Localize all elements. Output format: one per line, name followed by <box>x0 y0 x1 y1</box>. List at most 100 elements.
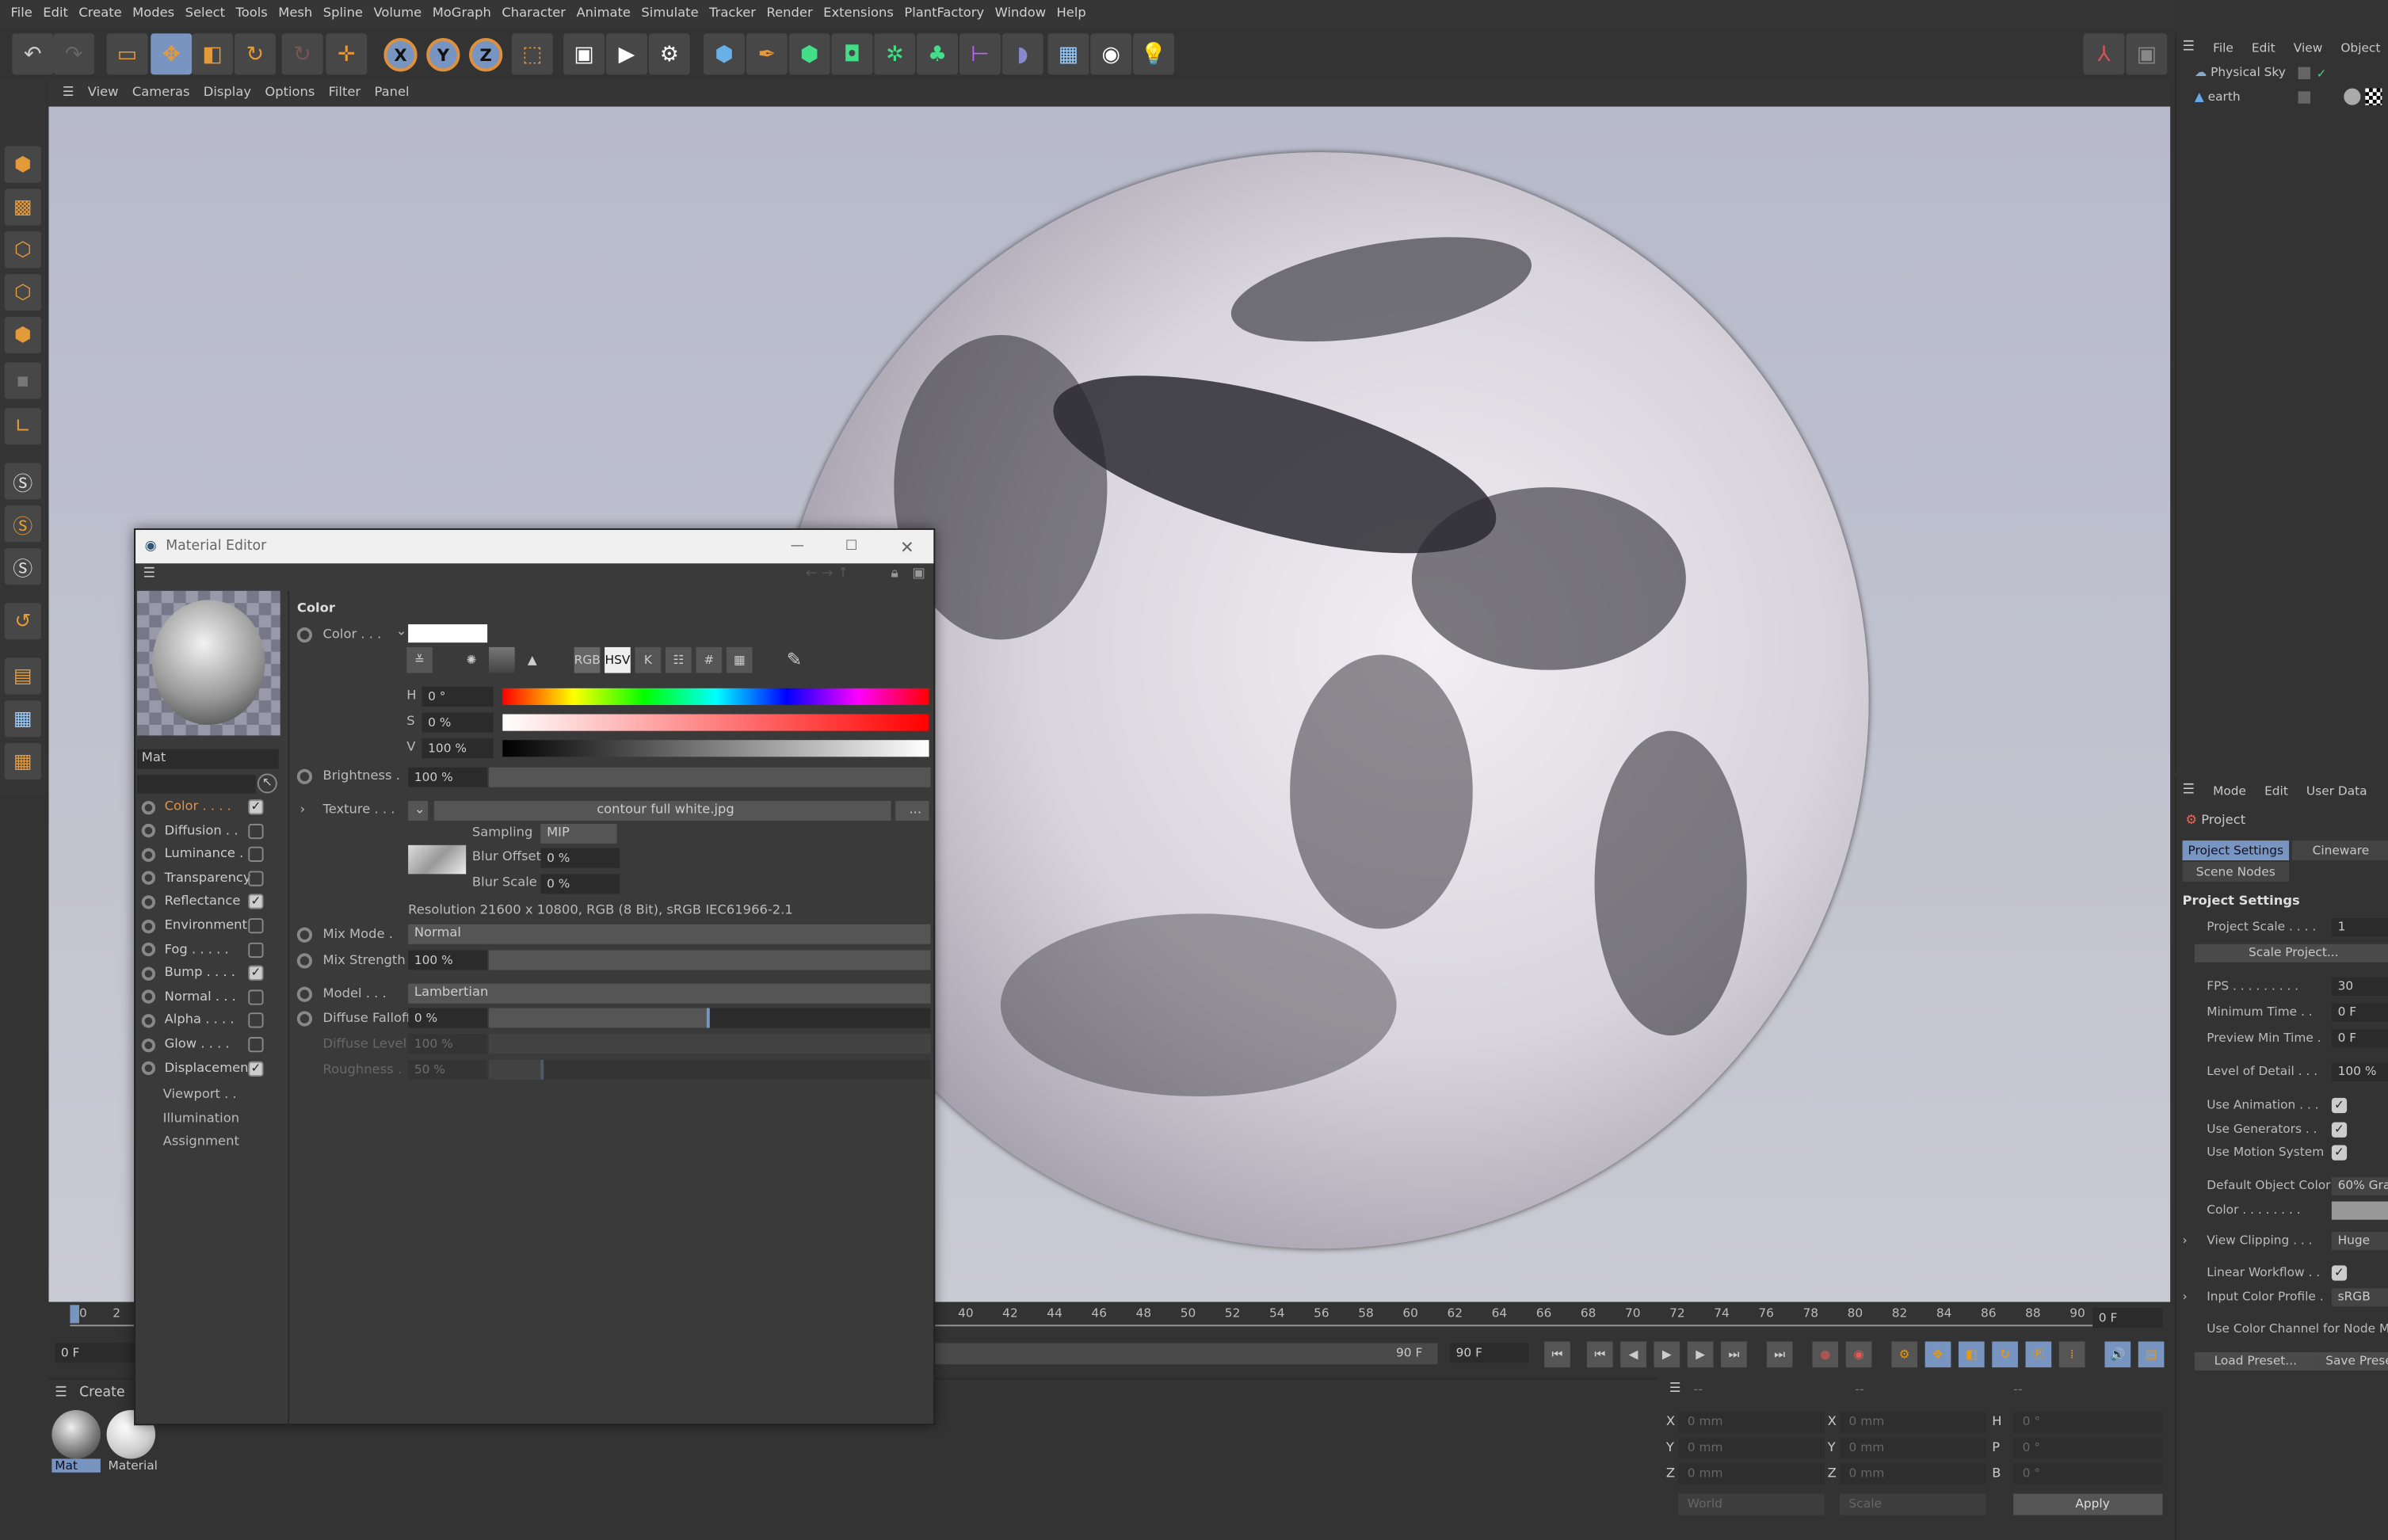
menu-help[interactable]: Help <box>1057 6 1086 21</box>
minimize-button[interactable]: — <box>791 539 804 554</box>
render-view-icon[interactable]: ▣ <box>563 33 605 75</box>
rotate-tool-button[interactable]: ↻ <box>235 33 276 75</box>
grid-icon[interactable]: ▦ <box>4 700 41 738</box>
menu-select[interactable]: Select <box>185 6 225 21</box>
menu-edit[interactable]: Edit <box>43 6 68 21</box>
texture-browse-button[interactable]: ... <box>895 801 929 821</box>
channel-normal[interactable]: Normal . . . <box>141 989 264 1005</box>
previous-key-icon[interactable]: ⏮ <box>1586 1341 1613 1368</box>
mix-strength-field[interactable]: 100 % <box>408 950 488 970</box>
expand-chevron-icon[interactable]: › <box>300 802 306 818</box>
pos-value-field[interactable]: 0 mm <box>1678 1411 1825 1433</box>
menu-extensions[interactable]: Extensions <box>823 6 894 21</box>
rot-value-field[interactable]: 0 ° <box>2013 1463 2163 1485</box>
keyframe-selection-icon[interactable]: ⚙ <box>1891 1341 1918 1368</box>
brightness-field[interactable]: 100 % <box>408 767 488 787</box>
hamburger-icon[interactable]: ☰ <box>2183 40 2195 55</box>
color-picker-collapse-icon[interactable]: ≚ <box>406 646 433 673</box>
cube-icon[interactable]: ⬢ <box>704 33 745 75</box>
lock-workplane-icon[interactable]: ▦ <box>4 743 41 780</box>
material-preview[interactable] <box>136 590 280 736</box>
diffuse-falloff-field[interactable]: 0 % <box>408 1008 488 1028</box>
viewport-menu-cameras[interactable]: Cameras <box>132 86 190 101</box>
load-preset-button[interactable]: Load Preset... <box>2194 1351 2317 1370</box>
channel-checkbox[interactable] <box>248 847 264 863</box>
key-pla-icon[interactable]: ⁞ <box>2058 1341 2085 1368</box>
subdivision-icon[interactable]: ◘ <box>831 33 873 75</box>
color-swatch[interactable] <box>408 624 488 643</box>
uvw-tag-icon[interactable] <box>2365 88 2382 105</box>
channel-displacement[interactable]: Displacement ✓ <box>141 1060 264 1077</box>
camera-icon[interactable]: ◉ <box>1090 33 1132 75</box>
channel-checkbox[interactable]: ✓ <box>248 799 264 815</box>
psr-button[interactable]: ↻ <box>281 33 323 75</box>
pos-value-field[interactable]: 0 mm <box>1678 1437 1825 1459</box>
light-icon[interactable]: 💡 <box>1133 33 1175 75</box>
animate-radio[interactable] <box>296 627 313 643</box>
channel-glow[interactable]: Glow . . . . <box>141 1037 264 1053</box>
field-icon[interactable]: ◗ <box>1001 33 1043 75</box>
object-row-earth[interactable]: ▲ earth <box>2195 90 2241 103</box>
select-tool-button[interactable]: ▭ <box>106 33 148 75</box>
expand-chevron-icon[interactable]: › <box>2183 1233 2188 1247</box>
roughness-slider[interactable] <box>489 1059 931 1080</box>
channel-checkbox[interactable] <box>248 871 264 886</box>
use-motion-checkbox[interactable]: ✓ <box>2331 1145 2348 1161</box>
min-time-field[interactable]: 0 F <box>2331 1003 2388 1022</box>
z-axis-lock[interactable]: Z <box>469 38 503 72</box>
save-preset-button[interactable]: Save Preset... <box>2316 1351 2388 1370</box>
viewport-menu-options[interactable]: Options <box>265 86 315 101</box>
channel-viewport[interactable]: Viewport . . <box>163 1087 237 1102</box>
object-menu-edit[interactable]: Edit <box>2252 40 2275 54</box>
material-name-field[interactable]: Mat <box>136 749 279 769</box>
lock-icon[interactable]: 🔒︎ <box>891 566 898 581</box>
object-menu-file[interactable]: File <box>2213 40 2234 54</box>
floor-icon[interactable]: ▦ <box>1047 33 1089 75</box>
end-frame-field[interactable]: 90 F <box>1449 1343 1529 1363</box>
menu-volume[interactable]: Volume <box>373 6 422 21</box>
mixer-icon[interactable]: ☷ <box>666 646 692 673</box>
texture-menu-dropdown[interactable]: ⌄ <box>408 801 429 821</box>
tab-project-settings[interactable]: Project Settings <box>2182 841 2290 861</box>
object-row-physical-sky[interactable]: ☁ Physical Sky <box>2195 66 2286 79</box>
chevron-down-icon[interactable]: ⌄ <box>396 624 407 639</box>
editor-visibility-toggle[interactable] <box>2298 91 2310 104</box>
menu-spline[interactable]: Spline <box>323 6 363 21</box>
channel-checkbox[interactable]: ✓ <box>248 1060 264 1077</box>
material-tag-icon[interactable] <box>2344 88 2361 105</box>
use-animation-checkbox[interactable]: ✓ <box>2331 1097 2348 1114</box>
rgb-mode-button[interactable]: RGB <box>574 646 601 673</box>
texture-mode-icon[interactable]: ▩ <box>4 189 41 226</box>
size-value-field[interactable]: 0 mm <box>1840 1437 1986 1459</box>
hue-field[interactable]: 0 ° <box>422 686 494 707</box>
menu-render[interactable]: Render <box>766 6 812 21</box>
maximize-button[interactable]: ☐ <box>845 539 858 554</box>
key-rotation-icon[interactable]: ↻ <box>1992 1341 2018 1368</box>
input-profile-dropdown[interactable]: sRGB <box>2331 1288 2388 1307</box>
brightness-slider[interactable] <box>489 767 931 787</box>
pen-icon[interactable]: ✒ <box>746 33 788 75</box>
cloner-icon[interactable]: ♣ <box>917 33 959 75</box>
size-value-field[interactable]: 0 mm <box>1840 1411 1986 1433</box>
window-title-bar[interactable]: ◉ Material Editor — ☐ ✕ <box>135 529 934 564</box>
diffuse-level-slider[interactable] <box>489 1034 931 1054</box>
model-dropdown[interactable]: Lambertian <box>408 983 931 1004</box>
go-to-end-icon[interactable]: ⏭ <box>1766 1341 1793 1368</box>
channel-color[interactable]: Color . . . . ✓ <box>141 799 264 815</box>
size-value-field[interactable]: 0 mm <box>1840 1463 1986 1485</box>
value-slider[interactable] <box>502 740 929 757</box>
tab-scene-nodes[interactable]: Scene Nodes <box>2182 861 2290 882</box>
diffuse-falloff-slider[interactable] <box>489 1008 931 1028</box>
menu-create[interactable]: Create <box>78 6 121 21</box>
key-scale-icon[interactable]: ◧ <box>1958 1341 1985 1368</box>
animate-radio[interactable] <box>296 986 313 1002</box>
render-picture-icon[interactable]: ▶ <box>606 33 647 75</box>
scale-project-button[interactable]: Scale Project... <box>2194 943 2388 962</box>
playhead[interactable] <box>70 1305 79 1324</box>
solo-icon[interactable]: Ⓢ <box>4 547 41 585</box>
rot-value-field[interactable]: 0 ° <box>2013 1411 2163 1433</box>
undo-button[interactable]: ↶ <box>12 33 54 75</box>
menu-plantfactory[interactable]: PlantFactory <box>904 6 984 21</box>
scale-tool-button[interactable]: ◧ <box>192 33 234 75</box>
pos-value-field[interactable]: 0 mm <box>1678 1463 1825 1485</box>
